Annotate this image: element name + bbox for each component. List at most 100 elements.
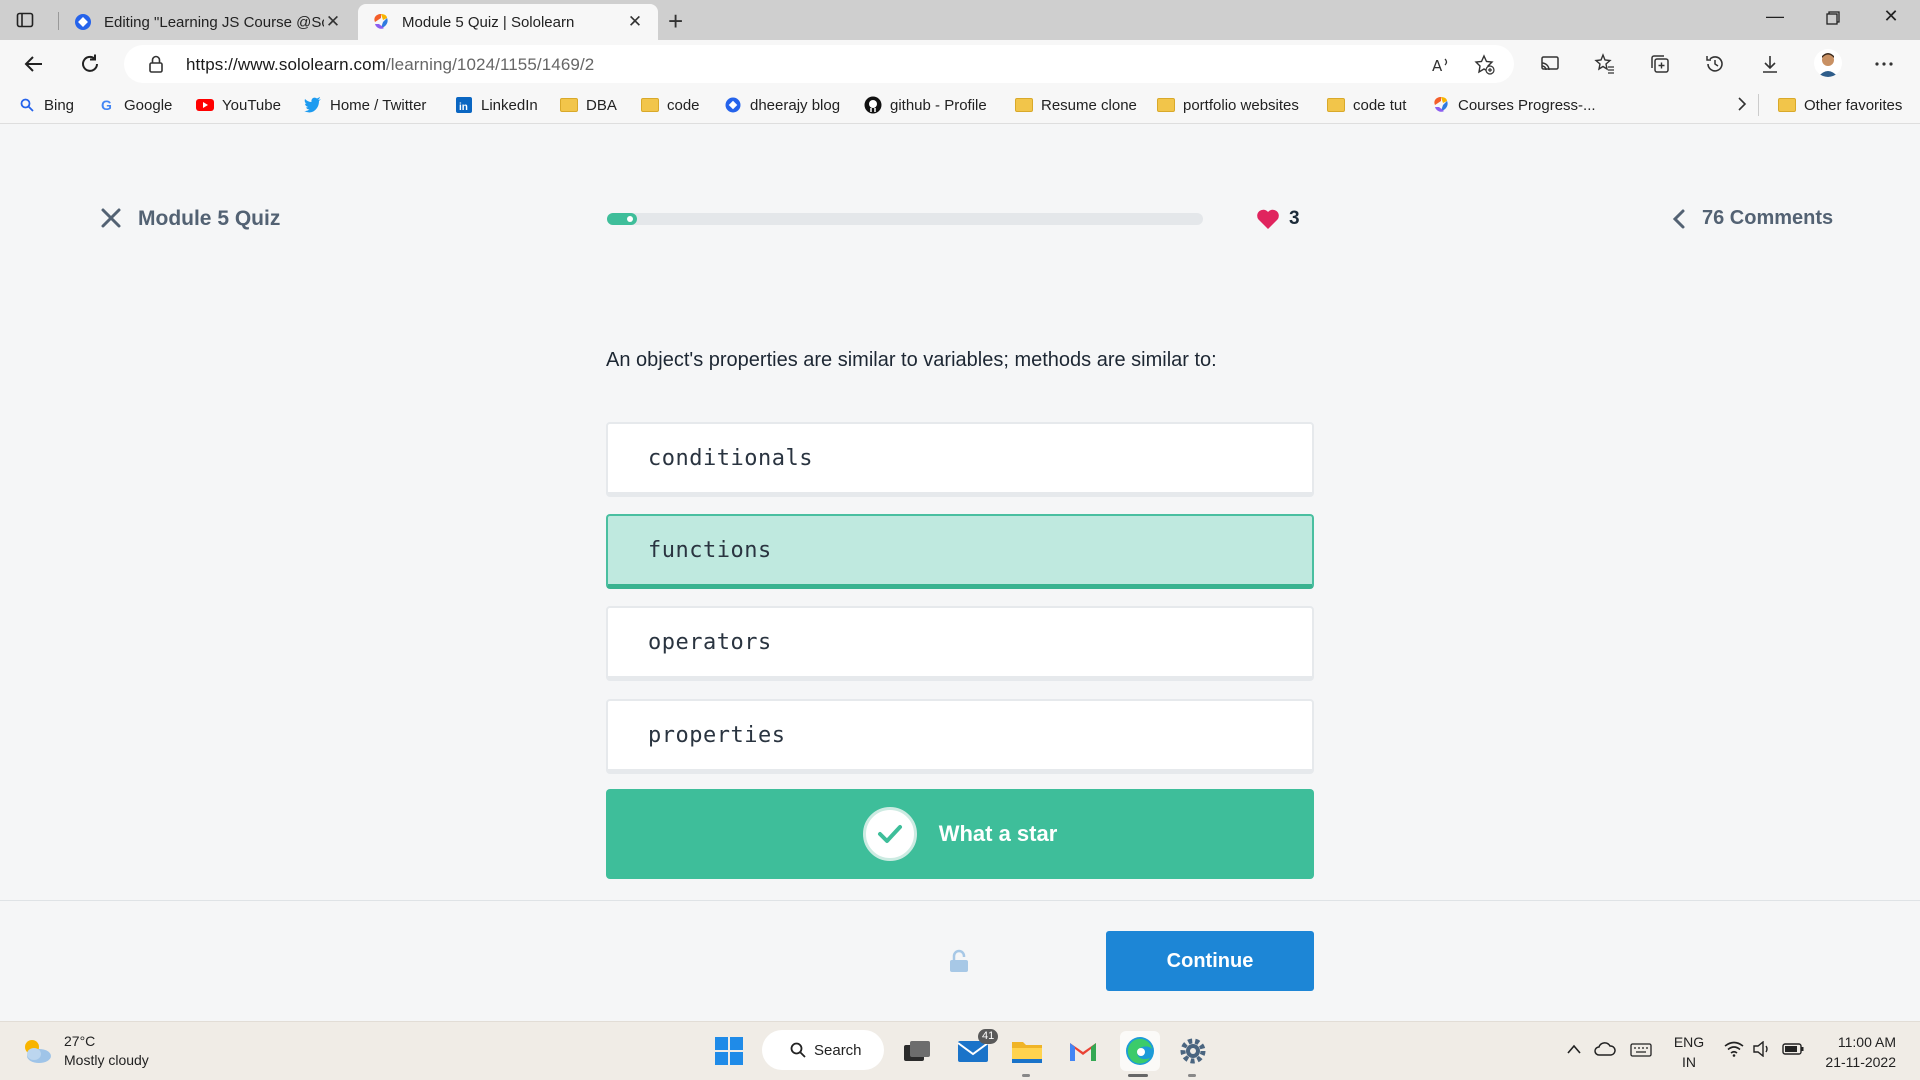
bookmark-bing[interactable]: Bing (18, 96, 74, 114)
tab-module-quiz[interactable]: Module 5 Quiz | Sololearn ✕ (358, 4, 658, 40)
taskbar-search[interactable]: Search (762, 1030, 884, 1070)
tab-editing-course[interactable]: Editing "Learning JS Course @Sc ✕ (60, 4, 356, 40)
settings-icon[interactable] (1176, 1034, 1210, 1068)
favorites-icon[interactable] (1593, 52, 1617, 76)
close-window-icon[interactable]: ✕ (1868, 6, 1914, 27)
address-bar: https://www.sololearn.com/learning/1024/… (0, 40, 1920, 88)
continue-button[interactable]: Continue (1106, 931, 1314, 991)
bookmarks-overflow-icon[interactable] (1736, 96, 1748, 112)
lock-icon[interactable] (148, 55, 164, 73)
back-icon[interactable] (20, 50, 48, 78)
folder-icon (1327, 96, 1345, 114)
bookmark-code[interactable]: code (641, 96, 700, 114)
chevron-left-icon (1672, 209, 1685, 228)
active-indicator (1128, 1074, 1148, 1077)
folder-icon (641, 96, 659, 114)
refresh-icon[interactable] (76, 50, 104, 78)
quiz-title: Module 5 Quiz (138, 207, 281, 230)
bookmark-code-tut[interactable]: code tut (1327, 96, 1406, 114)
blog-icon (724, 96, 742, 114)
svg-text:A: A (1432, 57, 1443, 75)
search-label: Search (814, 1041, 862, 1059)
restore-icon[interactable] (1810, 6, 1856, 30)
bookmark-google[interactable]: G Google (98, 96, 172, 114)
option-operators[interactable]: operators (606, 606, 1314, 681)
bookmark-youtube[interactable]: YouTube (196, 96, 281, 114)
bookmark-dba[interactable]: DBA (560, 96, 617, 114)
bookmark-twitter[interactable]: Home / Twitter (304, 96, 426, 114)
cast-icon[interactable] (1538, 52, 1562, 76)
option-conditionals[interactable]: conditionals (606, 422, 1314, 497)
bookmark-blog[interactable]: dheerajy blog (724, 96, 840, 114)
bookmark-label: portfolio websites (1183, 96, 1299, 114)
running-indicator (1022, 1074, 1030, 1077)
wifi-icon[interactable] (1724, 1041, 1744, 1057)
heart-icon (1257, 209, 1279, 229)
bookmark-other-favorites[interactable]: Other favorites (1778, 96, 1902, 114)
language-indicator[interactable]: ENG IN (1672, 1032, 1706, 1072)
svg-text:G: G (101, 97, 112, 113)
bookmark-linkedin[interactable]: in LinkedIn (455, 96, 538, 114)
bookmark-resume-clone[interactable]: Resume clone (1015, 96, 1137, 114)
system-clock[interactable]: 11:00 AM 21-11-2022 (1824, 1032, 1896, 1072)
blog-icon (75, 14, 91, 30)
option-label: functions (648, 537, 772, 563)
tab-close-icon[interactable]: ✕ (324, 12, 342, 32)
close-icon[interactable] (100, 207, 122, 229)
edge-browser-icon[interactable] (1120, 1031, 1160, 1071)
feedback-banner: What a star (606, 789, 1314, 879)
weather-condition: Mostly cloudy (64, 1052, 149, 1068)
url-field[interactable]: https://www.sololearn.com/learning/1024/… (124, 45, 1514, 83)
bookmark-label: Other favorites (1804, 96, 1903, 114)
keyboard-icon[interactable] (1630, 1042, 1652, 1058)
onedrive-cloud-icon[interactable] (1594, 1042, 1616, 1056)
tab-title: Editing "Learning JS Course @Sc (104, 13, 324, 31)
progress-dot (627, 216, 633, 222)
task-view-icon[interactable] (900, 1034, 934, 1068)
read-aloud-icon[interactable]: A (1430, 54, 1452, 76)
profile-avatar[interactable] (1814, 49, 1842, 77)
bookmark-label: code tut (1353, 96, 1407, 114)
unlock-icon[interactable] (948, 949, 970, 973)
gmail-icon[interactable] (1066, 1034, 1100, 1068)
cloud-sun-icon (25, 1040, 51, 1063)
url-text: https://www.sololearn.com/learning/1024/… (186, 55, 594, 75)
bookmark-courses[interactable]: Courses Progress-... (1432, 96, 1596, 114)
downloads-icon[interactable] (1758, 52, 1782, 76)
history-icon[interactable] (1703, 52, 1727, 76)
lives-count: 3 (1289, 208, 1300, 229)
windows-start-icon[interactable] (712, 1034, 746, 1068)
temperature: 27°C (64, 1033, 96, 1049)
minimize-icon[interactable]: — (1752, 6, 1798, 27)
option-functions[interactable]: functions (606, 514, 1314, 589)
bookmark-label: YouTube (222, 96, 281, 114)
battery-icon[interactable] (1782, 1042, 1804, 1056)
url-domain: https://www.sololearn.com (186, 55, 386, 74)
tab-close-icon[interactable]: ✕ (626, 12, 644, 32)
weather-widget[interactable]: 27°C Mostly cloudy (20, 1032, 149, 1070)
more-menu-icon[interactable] (1872, 52, 1896, 76)
bookmark-github[interactable]: github - Profile (864, 96, 987, 114)
url-path: /learning/1024/1155/1469/2 (385, 55, 595, 74)
bookmark-label: Courses Progress-... (1458, 96, 1596, 114)
search-icon (18, 96, 36, 114)
folder-icon (560, 96, 578, 114)
bookmark-label: github - Profile (890, 96, 987, 114)
add-favorite-icon[interactable] (1474, 54, 1496, 76)
quiz-page: Module 5 Quiz 3 76 Comments An object's … (0, 125, 1920, 1021)
bookmark-label: Home / Twitter (330, 96, 427, 114)
volume-icon[interactable] (1752, 1041, 1772, 1057)
comments-label: 76 Comments (1702, 207, 1834, 229)
bookmark-portfolio[interactable]: portfolio websites (1157, 96, 1299, 114)
collections-icon[interactable] (1648, 52, 1672, 76)
bookmark-label: Resume clone (1041, 96, 1137, 114)
option-properties[interactable]: properties (606, 699, 1314, 774)
tab-actions-icon[interactable] (14, 9, 36, 31)
new-tab-icon[interactable]: + (668, 6, 683, 37)
chevron-up-icon[interactable] (1566, 1042, 1582, 1056)
tab-separator (58, 12, 59, 30)
comments-button[interactable]: 76 Comments (1672, 207, 1833, 230)
file-explorer-icon[interactable] (1010, 1034, 1044, 1068)
option-label: operators (648, 629, 772, 655)
linkedin-icon: in (455, 96, 473, 114)
